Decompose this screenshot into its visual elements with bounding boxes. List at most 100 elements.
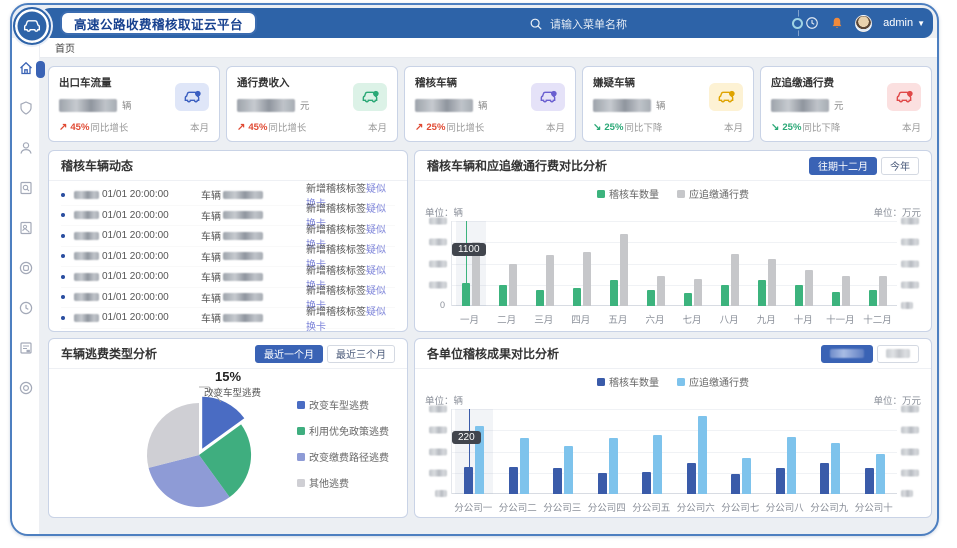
x-axis-labels: 分公司一分公司二分公司三分公司四分公司五分公司六分公司七分公司八分公司九分公司十 [451, 500, 897, 512]
bar-应追缴通行费[interactable] [698, 416, 707, 494]
bar-稽核车数量[interactable] [820, 463, 829, 494]
axis-baseline [452, 493, 897, 494]
sidebar-item-file-user[interactable] [18, 220, 34, 236]
sidebar-item-record-circle[interactable] [18, 260, 34, 276]
sidebar-item-report[interactable] [18, 340, 34, 356]
stat-card-5: 应追缴通行费元↘25%同比下降本月 [760, 66, 932, 142]
clock-icon[interactable] [805, 16, 819, 30]
user-menu[interactable]: admin ▼ [883, 17, 925, 29]
legend-item[interactable]: 应追缴通行费 [677, 374, 749, 389]
bar-应追缴通行费[interactable] [731, 254, 739, 306]
sidebar-item-user[interactable] [18, 140, 34, 156]
bar-稽核车数量[interactable] [647, 290, 655, 306]
bar-应追缴通行费[interactable] [657, 276, 665, 306]
legend-item[interactable]: 利用优免政策逃费 [297, 423, 389, 438]
panel-monthly-compare: 稽核车辆和应追缴通行费对比分析 往期十二月 今年 稽核车数量应追缴通行费单位：辆… [414, 150, 932, 332]
bar-稽核车数量[interactable] [869, 290, 877, 306]
trend-label: 同比下降 [624, 120, 662, 134]
legend-item[interactable]: 其他逃费 [297, 475, 389, 490]
legend-item[interactable]: 稽核车数量 [597, 186, 659, 201]
legend-item[interactable]: 改变车型逃费 [297, 397, 389, 412]
redacted-value [771, 99, 829, 112]
redacted-ytick [901, 218, 919, 225]
bar-稽核车数量[interactable] [536, 290, 544, 306]
bar-应追缴通行费[interactable] [564, 446, 573, 494]
legend-label: 利用优免政策逃费 [309, 423, 389, 438]
bar-稽核车数量[interactable] [865, 468, 874, 494]
header-knob [792, 18, 803, 29]
range-button-1month[interactable]: 最近一个月 [255, 345, 323, 363]
bar-稽核车数量[interactable] [553, 468, 562, 494]
bar-稽核车数量[interactable] [721, 285, 729, 306]
sidebar-item-file-search[interactable] [18, 180, 34, 196]
bar-应追缴通行费[interactable] [620, 234, 628, 306]
bar-应追缴通行费[interactable] [653, 435, 662, 494]
bar-应追缴通行费[interactable] [609, 438, 618, 494]
chart-tooltip: 1100 [452, 243, 486, 256]
redacted-value [415, 99, 473, 112]
bar-稽核车数量[interactable] [642, 472, 651, 495]
bar-稽核车数量[interactable] [509, 467, 518, 495]
activity-time: 01/01 20:00:00 [61, 251, 201, 262]
bar-应追缴通行费[interactable] [842, 276, 850, 306]
search-input[interactable]: 请输入菜单名称 [428, 15, 728, 32]
bell-icon[interactable] [830, 16, 844, 30]
bar-稽核车数量[interactable] [832, 292, 840, 306]
range-button-thisyear[interactable]: 今年 [881, 157, 919, 175]
bar-应追缴通行费[interactable] [879, 276, 887, 306]
bar-应追缴通行费[interactable] [831, 443, 840, 494]
bar-稽核车数量[interactable] [573, 288, 581, 306]
legend-label: 稽核车数量 [609, 374, 659, 389]
redacted-value [237, 99, 295, 112]
bar-稽核车数量[interactable] [776, 468, 785, 494]
bar-应追缴通行费[interactable] [876, 454, 885, 494]
chart-plot: 1100 [451, 221, 897, 306]
bar-稽核车数量[interactable] [795, 285, 803, 306]
range-button-redacted-active[interactable] [821, 345, 873, 363]
bar-应追缴通行费[interactable] [768, 259, 776, 306]
sidebar-item-home[interactable] [18, 60, 34, 76]
bar-稽核车数量[interactable] [684, 293, 692, 306]
range-button-past12[interactable]: 往期十二月 [809, 157, 877, 175]
trend-arrow-icon: ↗ [59, 122, 67, 133]
x-label: 分公司四 [588, 500, 626, 514]
tab-home[interactable]: 首页 [40, 40, 75, 55]
car-fee-icon [887, 83, 921, 111]
bar-应追缴通行费[interactable] [583, 252, 591, 306]
sidebar-item-target[interactable] [18, 380, 34, 396]
bar-应追缴通行费[interactable] [546, 255, 554, 306]
gridline [452, 452, 897, 453]
avatar[interactable] [855, 15, 872, 32]
legend-label: 其他逃费 [309, 475, 349, 490]
activity-vehicle: 车辆 [201, 290, 306, 305]
bar-应追缴通行费[interactable] [520, 438, 529, 494]
bar-稽核车数量[interactable] [758, 280, 766, 306]
redacted-value [593, 99, 651, 112]
bar-稽核车数量[interactable] [731, 474, 740, 494]
trend-arrow-icon: ↗ [237, 122, 245, 133]
bar-稽核车数量[interactable] [499, 285, 507, 306]
bar-稽核车数量[interactable] [598, 473, 607, 494]
bar-应追缴通行费[interactable] [742, 458, 751, 494]
legend-item[interactable]: 稽核车数量 [597, 374, 659, 389]
redacted-ytick [429, 406, 447, 413]
legend-item[interactable]: 应追缴通行费 [677, 186, 749, 201]
range-button-redacted[interactable] [877, 345, 919, 363]
sidebar-item-shield[interactable] [18, 100, 34, 116]
stat-card-1: 出口车流量辆↗45%同比增长本月 [48, 66, 220, 142]
x-label: 五月 [608, 312, 627, 326]
bar-稽核车数量[interactable] [610, 280, 618, 306]
range-button-3months[interactable]: 最近三个月 [327, 345, 395, 363]
bar-稽核车数量[interactable] [687, 463, 696, 494]
redacted-ytick [901, 302, 913, 309]
activity-vehicle: 车辆 [201, 249, 306, 264]
legend-item[interactable]: 改变缴费路径逃费 [297, 449, 389, 464]
bar-应追缴通行费[interactable] [787, 437, 796, 494]
bar-应追缴通行费[interactable] [509, 264, 517, 307]
bar-应追缴通行费[interactable] [805, 270, 813, 306]
y-axis-right [899, 221, 923, 306]
legend-swatch [597, 190, 605, 198]
sidebar-item-clock[interactable] [18, 300, 34, 316]
panel-unit-results: 各单位稽核成果对比分析 稽核车数量应追缴通行费单位：辆单位：万元220分公司一分… [414, 338, 932, 518]
bar-应追缴通行费[interactable] [694, 279, 702, 306]
